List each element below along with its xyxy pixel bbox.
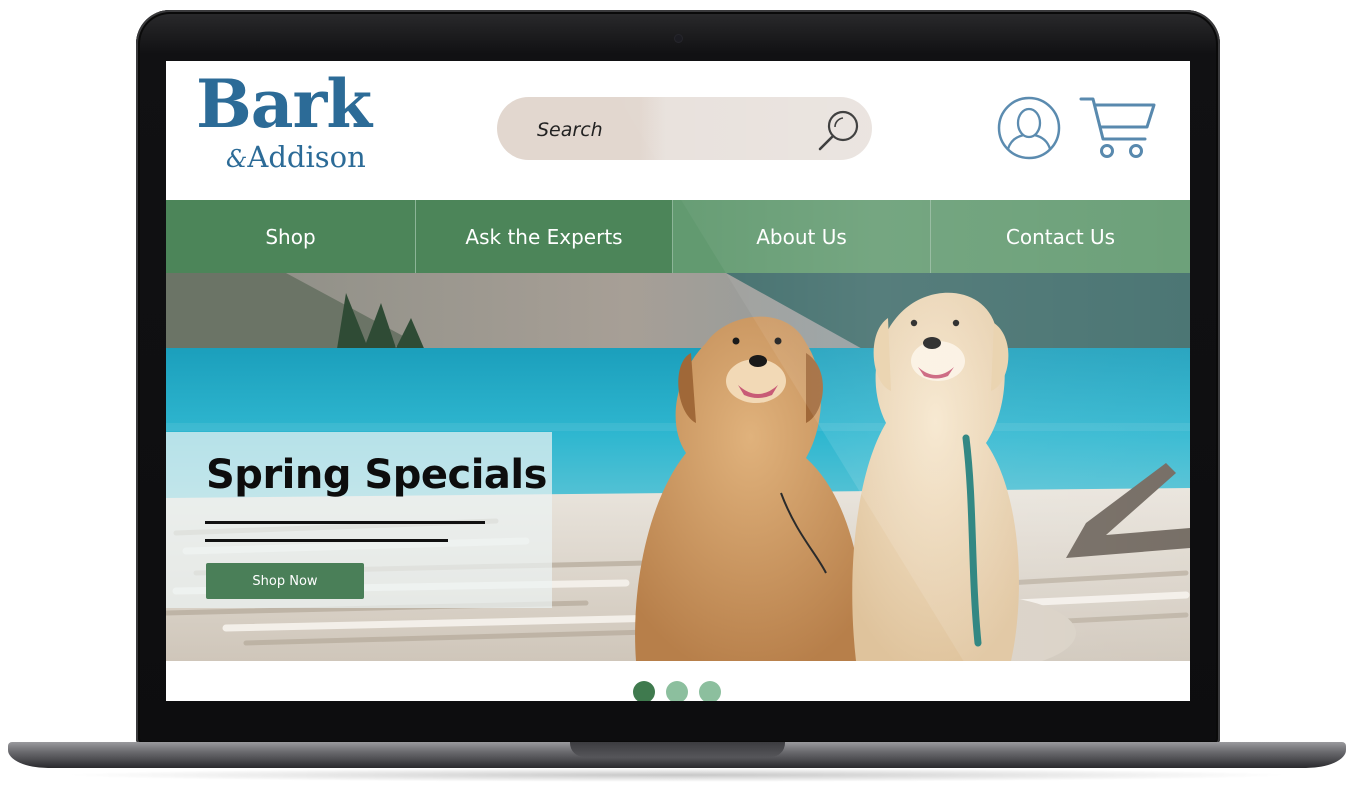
hero-banner: Spring Specials Shop Now xyxy=(166,273,1190,661)
cart-icon[interactable] xyxy=(1079,95,1157,161)
logo-subline: &Addison xyxy=(226,143,366,172)
shop-now-button[interactable]: Shop Now xyxy=(206,563,364,599)
brand-logo[interactable]: Bark &Addison xyxy=(196,71,386,186)
search-bar xyxy=(497,97,872,160)
logo-ampersand: & xyxy=(226,145,248,173)
user-icon[interactable] xyxy=(996,95,1062,161)
promo-panel: Spring Specials Shop Now xyxy=(166,432,552,608)
laptop-notch xyxy=(570,742,785,757)
search-input[interactable] xyxy=(535,114,799,146)
main-nav: Shop Ask the Experts About Us Contact Us xyxy=(166,200,1190,273)
logo-wordmark: Bark xyxy=(196,65,372,143)
promo-title: Spring Specials xyxy=(206,452,547,498)
logo-subname: Addison xyxy=(247,140,366,174)
carousel-dot-3[interactable] xyxy=(699,681,721,701)
carousel-dot-1[interactable] xyxy=(633,681,655,701)
nav-item-contact-us[interactable]: Contact Us xyxy=(931,200,1190,273)
nav-item-ask-the-experts[interactable]: Ask the Experts xyxy=(416,200,673,273)
promo-divider-short xyxy=(205,539,448,542)
site-header: Bark &Addison xyxy=(166,61,1190,200)
promo-divider-long xyxy=(205,521,485,524)
laptop-shadow xyxy=(60,768,1294,782)
carousel-indicators xyxy=(633,681,721,701)
website-screen: Bark &Addison Shop Ask the Experts Ab xyxy=(166,61,1190,701)
search-icon[interactable] xyxy=(816,107,862,153)
nav-item-shop[interactable]: Shop xyxy=(166,200,416,273)
webcam xyxy=(675,35,682,42)
nav-item-about-us[interactable]: About Us xyxy=(673,200,931,273)
carousel-dot-2[interactable] xyxy=(666,681,688,701)
